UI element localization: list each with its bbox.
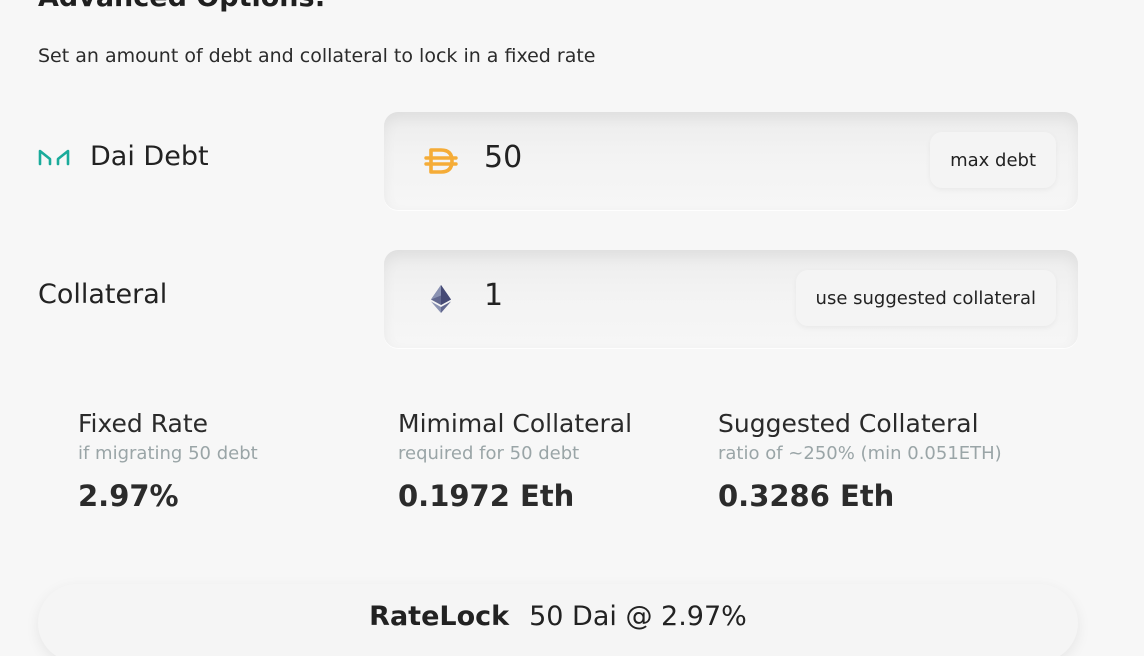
stat-title: Fixed Rate bbox=[78, 409, 209, 438]
max-debt-button[interactable]: max debt bbox=[930, 132, 1056, 188]
stat-title: Mimimal Collateral bbox=[398, 409, 633, 438]
ratelock-summary: 50 Dai @ 2.97% bbox=[529, 600, 747, 632]
ratelock-button[interactable]: RateLock 50 Dai @ 2.97% bbox=[38, 584, 1078, 656]
collateral-label-group: Collateral bbox=[38, 279, 167, 310]
debt-amount-input[interactable] bbox=[484, 140, 784, 175]
stat-subtitle: if migrating 50 debt bbox=[78, 443, 258, 464]
ratelock-label: RateLock bbox=[369, 600, 510, 632]
stat-value: 0.3286 Eth bbox=[718, 479, 895, 513]
stat-title: Suggested Collateral bbox=[718, 409, 979, 438]
dai-icon bbox=[424, 145, 458, 177]
maker-logo-icon bbox=[38, 149, 70, 165]
stat-suggested-collateral: Suggested Collateral ratio of ~250% (min… bbox=[718, 408, 1002, 516]
stat-subtitle: ratio of ~250% (min 0.051ETH) bbox=[718, 443, 1002, 464]
debt-label-group: Dai Debt bbox=[38, 141, 209, 172]
use-suggested-collateral-button[interactable]: use suggested collateral bbox=[795, 270, 1056, 326]
collateral-amount-input[interactable] bbox=[484, 278, 784, 313]
collateral-field: use suggested collateral bbox=[384, 250, 1078, 348]
stat-subtitle: required for 50 debt bbox=[398, 443, 580, 464]
section-subtitle: Set an amount of debt and collateral to … bbox=[38, 45, 596, 67]
ethereum-icon bbox=[424, 283, 458, 315]
stat-fixed-rate: Fixed Rate if migrating 50 debt 2.97% bbox=[78, 408, 258, 516]
section-title: Advanced Options: bbox=[38, 0, 325, 13]
advanced-options-panel: Advanced Options: Set an amount of debt … bbox=[0, 0, 1144, 656]
stat-minimal-collateral: Mimimal Collateral required for 50 debt … bbox=[398, 408, 632, 516]
stat-value: 2.97% bbox=[78, 479, 179, 513]
stat-value: 0.1972 Eth bbox=[398, 479, 575, 513]
collateral-label: Collateral bbox=[38, 279, 168, 310]
debt-label: Dai Debt bbox=[90, 141, 209, 172]
debt-field: max debt bbox=[384, 112, 1078, 210]
